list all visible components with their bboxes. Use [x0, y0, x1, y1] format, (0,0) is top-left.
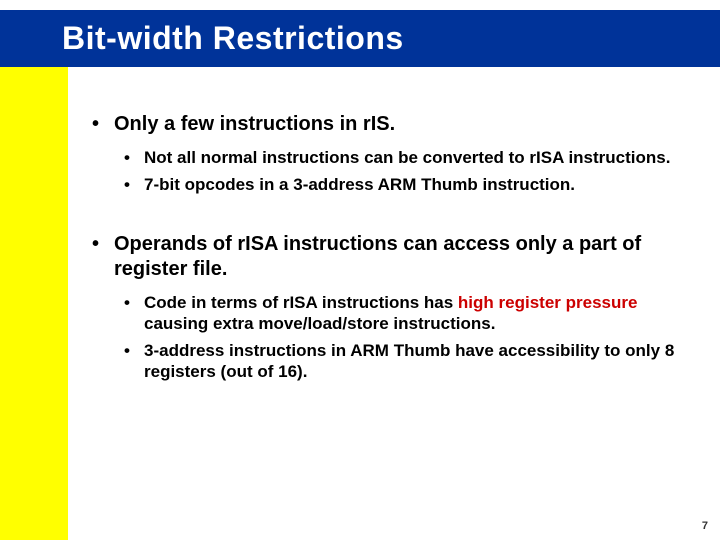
bullet-text: 3-address instructions in ARM Thumb have… [144, 341, 674, 381]
bullet-text: Operands of rISA instructions can access… [114, 233, 641, 280]
bullet-text: Not all normal instructions can be conve… [144, 148, 670, 167]
bullet-level1: Only a few instructions in rIS. [90, 112, 680, 137]
bullet-level1: Operands of rISA instructions can access… [90, 232, 680, 282]
content-area: Only a few instructions in rIS. Not all … [90, 112, 680, 389]
bullet-level2: 3-address instructions in ARM Thumb have… [120, 340, 680, 383]
title-bar: Bit-width Restrictions [0, 10, 720, 67]
slide: Bit-width Restrictions Only a few instru… [0, 0, 720, 540]
bullet-text-post: causing extra move/load/store instructio… [144, 314, 495, 333]
bullet-text: Only a few instructions in rIS. [114, 113, 395, 135]
bullet-text: 7-bit opcodes in a 3-address ARM Thumb i… [144, 175, 575, 194]
bullet-level2: 7-bit opcodes in a 3-address ARM Thumb i… [120, 174, 680, 195]
sidebar-accent [0, 67, 68, 540]
spacer [90, 202, 680, 232]
page-number: 7 [702, 520, 708, 532]
bullet-level2: Code in terms of rISA instructions has h… [120, 292, 680, 335]
bullet-text-pre: Code in terms of rISA instructions has [144, 293, 458, 312]
bullet-level2: Not all normal instructions can be conve… [120, 147, 680, 168]
highlight-text: high register pressure [458, 293, 638, 312]
slide-title: Bit-width Restrictions [0, 20, 404, 57]
